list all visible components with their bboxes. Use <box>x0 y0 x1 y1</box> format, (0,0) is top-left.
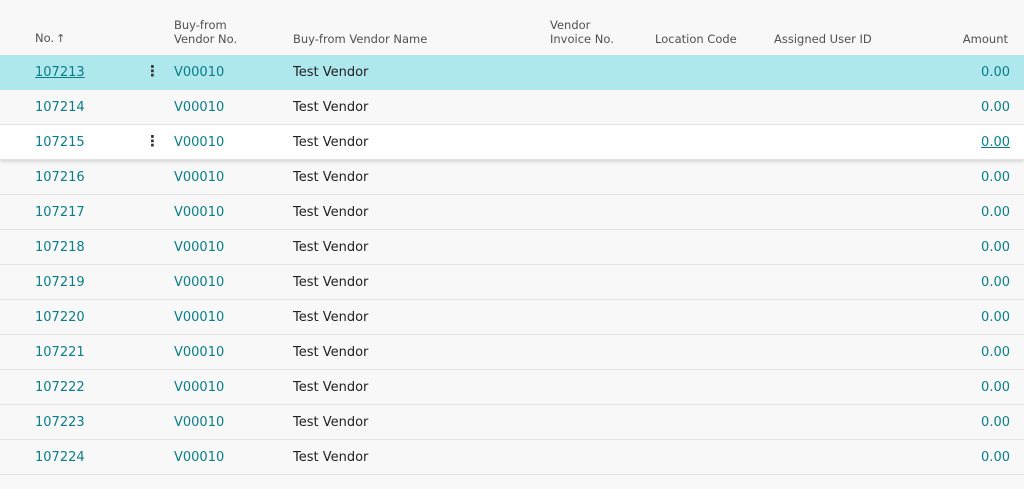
column-header-vendor-name[interactable]: Buy-from Vendor Name <box>293 32 427 46</box>
amount-link[interactable]: 0.00 <box>981 370 1010 405</box>
amount-link[interactable]: 0.00 <box>981 335 1010 370</box>
vendor-no-link[interactable]: V00010 <box>174 230 224 265</box>
column-label-no: No. <box>35 31 55 45</box>
vendor-no-link[interactable]: V00010 <box>174 405 224 440</box>
grid-header: No. ↑ Buy-from Vendor No. Buy-from Vendor… <box>0 0 1024 55</box>
row-menu-icon[interactable]: ⋮ <box>145 125 160 160</box>
column-label-vendor-no-line2: Vendor No. <box>174 32 238 46</box>
table-row[interactable]: 107222 V00010 Test Vendor 0.00 <box>0 370 1024 405</box>
column-label-vendor-name: Buy-from Vendor Name <box>293 32 428 46</box>
document-no-link[interactable]: 107221 <box>35 335 85 370</box>
document-no-link[interactable]: 107223 <box>35 405 85 440</box>
vendor-no-link[interactable]: V00010 <box>174 90 224 125</box>
document-no-link[interactable]: 107218 <box>35 230 85 265</box>
vendor-name: Test Vendor <box>293 170 369 185</box>
table-row[interactable]: 107214 V00010 Test Vendor 0.00 <box>0 90 1024 125</box>
document-no-link[interactable]: 107220 <box>35 300 85 335</box>
column-label-vendor-invoice-line1: Vendor <box>550 18 591 32</box>
amount-link[interactable]: 0.00 <box>981 125 1010 160</box>
amount-link[interactable]: 0.00 <box>981 405 1010 440</box>
document-no-link[interactable]: 107213 <box>35 55 85 90</box>
column-header-location-code[interactable]: Location Code <box>655 32 737 46</box>
column-label-location-code: Location Code <box>655 32 737 46</box>
column-label-amount: Amount <box>962 32 1008 46</box>
amount-link[interactable]: 0.00 <box>981 265 1010 300</box>
document-no-link[interactable]: 107224 <box>35 440 85 475</box>
vendor-name: Test Vendor <box>293 135 369 150</box>
column-label-vendor-invoice-line2: Invoice No. <box>550 32 614 46</box>
vendor-no-link[interactable]: V00010 <box>174 440 224 475</box>
vendor-no-link[interactable]: V00010 <box>174 195 224 230</box>
column-header-assigned-user[interactable]: Assigned User ID <box>774 32 872 46</box>
table-row[interactable]: 107217 V00010 Test Vendor 0.00 <box>0 195 1024 230</box>
document-no-link[interactable]: 107217 <box>35 195 85 230</box>
vendor-no-link[interactable]: V00010 <box>174 55 224 90</box>
document-no-link[interactable]: 107216 <box>35 160 85 195</box>
table-row[interactable]: 107224 V00010 Test Vendor 0.00 <box>0 440 1024 475</box>
vendor-name: Test Vendor <box>293 275 369 290</box>
table-row[interactable]: 107223 V00010 Test Vendor 0.00 <box>0 405 1024 440</box>
amount-link[interactable]: 0.00 <box>981 160 1010 195</box>
vendor-name: Test Vendor <box>293 310 369 325</box>
document-no-link[interactable]: 107214 <box>35 90 85 125</box>
vendor-name: Test Vendor <box>293 450 369 465</box>
amount-link[interactable]: 0.00 <box>981 230 1010 265</box>
vendor-no-link[interactable]: V00010 <box>174 300 224 335</box>
grid-body: 107213 ⋮ V00010 Test Vendor 0.00 107214 V00010… <box>0 55 1024 475</box>
vendor-name: Test Vendor <box>293 100 369 115</box>
vendor-no-link[interactable]: V00010 <box>174 370 224 405</box>
amount-link[interactable]: 0.00 <box>981 195 1010 230</box>
document-no-link[interactable]: 107215 <box>35 125 85 160</box>
table-row[interactable]: 107215 ⋮ V00010 Test Vendor 0.00 <box>0 125 1024 160</box>
column-header-vendor-invoice-no[interactable]: Vendor Invoice No. <box>550 18 614 46</box>
vendor-name: Test Vendor <box>293 65 369 80</box>
table-row[interactable]: 107220 V00010 Test Vendor 0.00 <box>0 300 1024 335</box>
vendor-name: Test Vendor <box>293 345 369 360</box>
column-header-vendor-no[interactable]: Buy-from Vendor No. <box>174 18 237 46</box>
document-no-link[interactable]: 107222 <box>35 370 85 405</box>
column-label-vendor-no-line1: Buy-from <box>174 18 227 32</box>
purchase-documents-grid: No. ↑ Buy-from Vendor No. Buy-from Vendor… <box>0 0 1024 489</box>
vendor-no-link[interactable]: V00010 <box>174 335 224 370</box>
table-row[interactable]: 107218 V00010 Test Vendor 0.00 <box>0 230 1024 265</box>
vendor-name: Test Vendor <box>293 240 369 255</box>
arrow-up-icon: ↑ <box>56 32 66 45</box>
vendor-no-link[interactable]: V00010 <box>174 125 224 160</box>
vendor-no-link[interactable]: V00010 <box>174 160 224 195</box>
table-row[interactable]: 107219 V00010 Test Vendor 0.00 <box>0 265 1024 300</box>
amount-link[interactable]: 0.00 <box>981 55 1010 90</box>
vendor-name: Test Vendor <box>293 205 369 220</box>
amount-link[interactable]: 0.00 <box>981 300 1010 335</box>
amount-link[interactable]: 0.00 <box>981 440 1010 475</box>
row-menu-icon[interactable]: ⋮ <box>145 55 160 90</box>
table-row[interactable]: 107216 V00010 Test Vendor 0.00 <box>0 160 1024 195</box>
amount-link[interactable]: 0.00 <box>981 90 1010 125</box>
column-header-no[interactable]: No. ↑ <box>35 31 65 46</box>
vendor-name: Test Vendor <box>293 415 369 430</box>
column-label-assigned-user: Assigned User ID <box>774 32 872 46</box>
vendor-name: Test Vendor <box>293 380 369 395</box>
table-row[interactable]: 107221 V00010 Test Vendor 0.00 <box>0 335 1024 370</box>
column-header-amount[interactable]: Amount <box>963 32 1008 46</box>
vendor-no-link[interactable]: V00010 <box>174 265 224 300</box>
table-row[interactable]: 107213 ⋮ V00010 Test Vendor 0.00 <box>0 55 1024 90</box>
document-no-link[interactable]: 107219 <box>35 265 85 300</box>
